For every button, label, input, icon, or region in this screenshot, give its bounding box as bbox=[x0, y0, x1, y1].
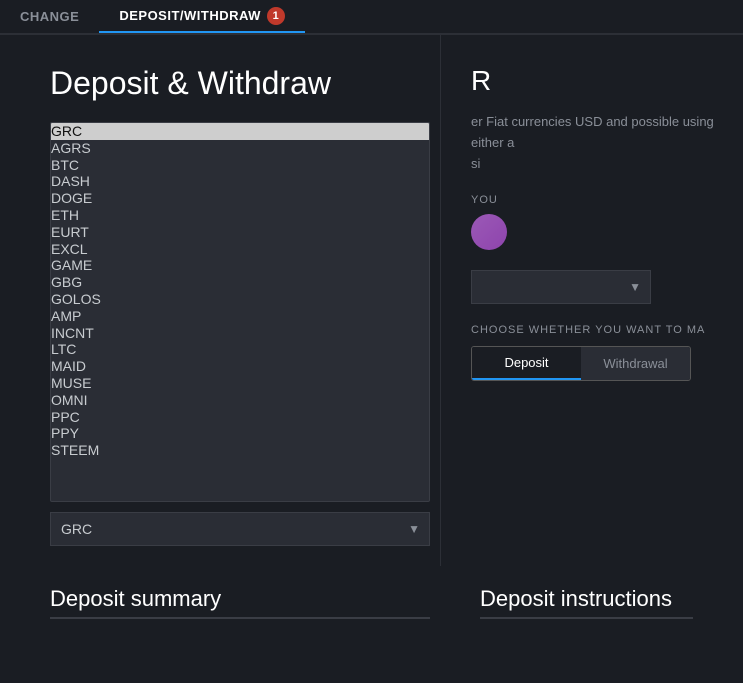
left-panel: Deposit & Withdraw GRCAGRSBTCDASHDOGEETH… bbox=[0, 35, 440, 566]
tab-change-label: CHANGE bbox=[20, 9, 79, 24]
deposit-instructions-title: Deposit instructions bbox=[480, 586, 693, 612]
you-label: YOU bbox=[471, 194, 723, 206]
notification-badge: 1 bbox=[267, 7, 285, 25]
deposit-withdrawal-toggle: Deposit Withdrawal bbox=[471, 346, 691, 381]
deposit-instructions-section: Deposit instructions bbox=[430, 586, 693, 619]
deposit-summary-section: Deposit summary bbox=[50, 586, 430, 619]
deposit-toggle-button[interactable]: Deposit bbox=[472, 347, 581, 380]
deposit-instructions-divider bbox=[480, 617, 693, 619]
right-panel-title: R bbox=[471, 65, 723, 97]
right-dropdown[interactable] bbox=[471, 270, 651, 304]
right-panel: R er Fiat currencies USD and possible us… bbox=[440, 35, 743, 566]
withdrawal-toggle-button[interactable]: Withdrawal bbox=[581, 347, 690, 380]
bottom-titles-row: Deposit summary Deposit instructions bbox=[0, 566, 743, 619]
right-panel-description: er Fiat currencies USD and possible usin… bbox=[471, 112, 723, 174]
tab-deposit-withdraw[interactable]: DEPOSIT/WITHDRAW 1 bbox=[99, 0, 305, 33]
currency-listbox[interactable]: GRCAGRSBTCDASHDOGEETHEURTEXCLGAMEGBGGOLO… bbox=[50, 122, 430, 502]
currency-select[interactable]: GRCAGRSBTCDASHDOGEETHEURTEXCLGAMEGBGGOLO… bbox=[50, 512, 430, 546]
choose-label: CHOOSE WHETHER YOU WANT TO MA bbox=[471, 324, 723, 336]
currency-listbox-container: GRCAGRSBTCDASHDOGEETHEURTEXCLGAMEGBGGOLO… bbox=[50, 122, 430, 502]
page-title: Deposit & Withdraw bbox=[50, 65, 420, 102]
deposit-summary-divider bbox=[50, 617, 430, 619]
tab-change[interactable]: CHANGE bbox=[0, 0, 99, 33]
currency-select-wrapper: GRCAGRSBTCDASHDOGEETHEURTEXCLGAMEGBGGOLO… bbox=[50, 512, 430, 546]
top-nav: CHANGE DEPOSIT/WITHDRAW 1 bbox=[0, 0, 743, 35]
avatar-area bbox=[471, 214, 723, 250]
main-content: Deposit & Withdraw GRCAGRSBTCDASHDOGEETH… bbox=[0, 35, 743, 566]
right-dropdown-wrapper: ▼ bbox=[471, 270, 651, 304]
tab-deposit-withdraw-label: DEPOSIT/WITHDRAW bbox=[119, 8, 261, 23]
deposit-summary-title: Deposit summary bbox=[50, 586, 430, 612]
avatar bbox=[471, 214, 507, 250]
